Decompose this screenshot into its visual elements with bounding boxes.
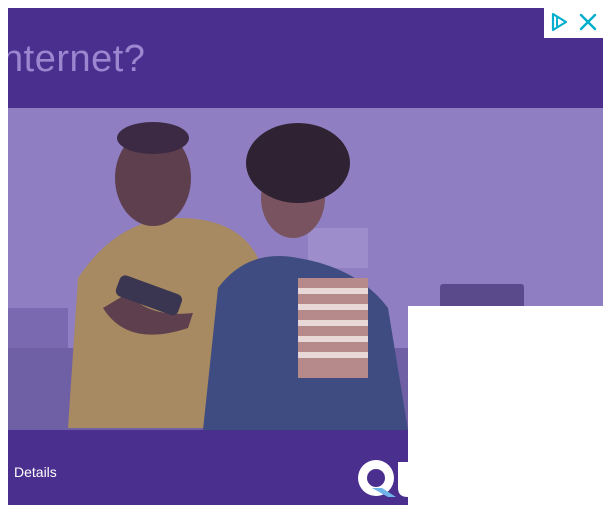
ad-headline: nternet? — [8, 38, 146, 80]
ad-header: nternet? — [8, 8, 603, 108]
brand-logo[interactable] — [352, 448, 412, 497]
close-icon[interactable] — [573, 6, 602, 38]
details-link[interactable]: Details — [14, 464, 57, 480]
overlay-blank-panel — [408, 306, 603, 505]
adchoices-badge[interactable] — [544, 6, 603, 38]
adchoices-triangle-icon[interactable] — [544, 6, 573, 38]
